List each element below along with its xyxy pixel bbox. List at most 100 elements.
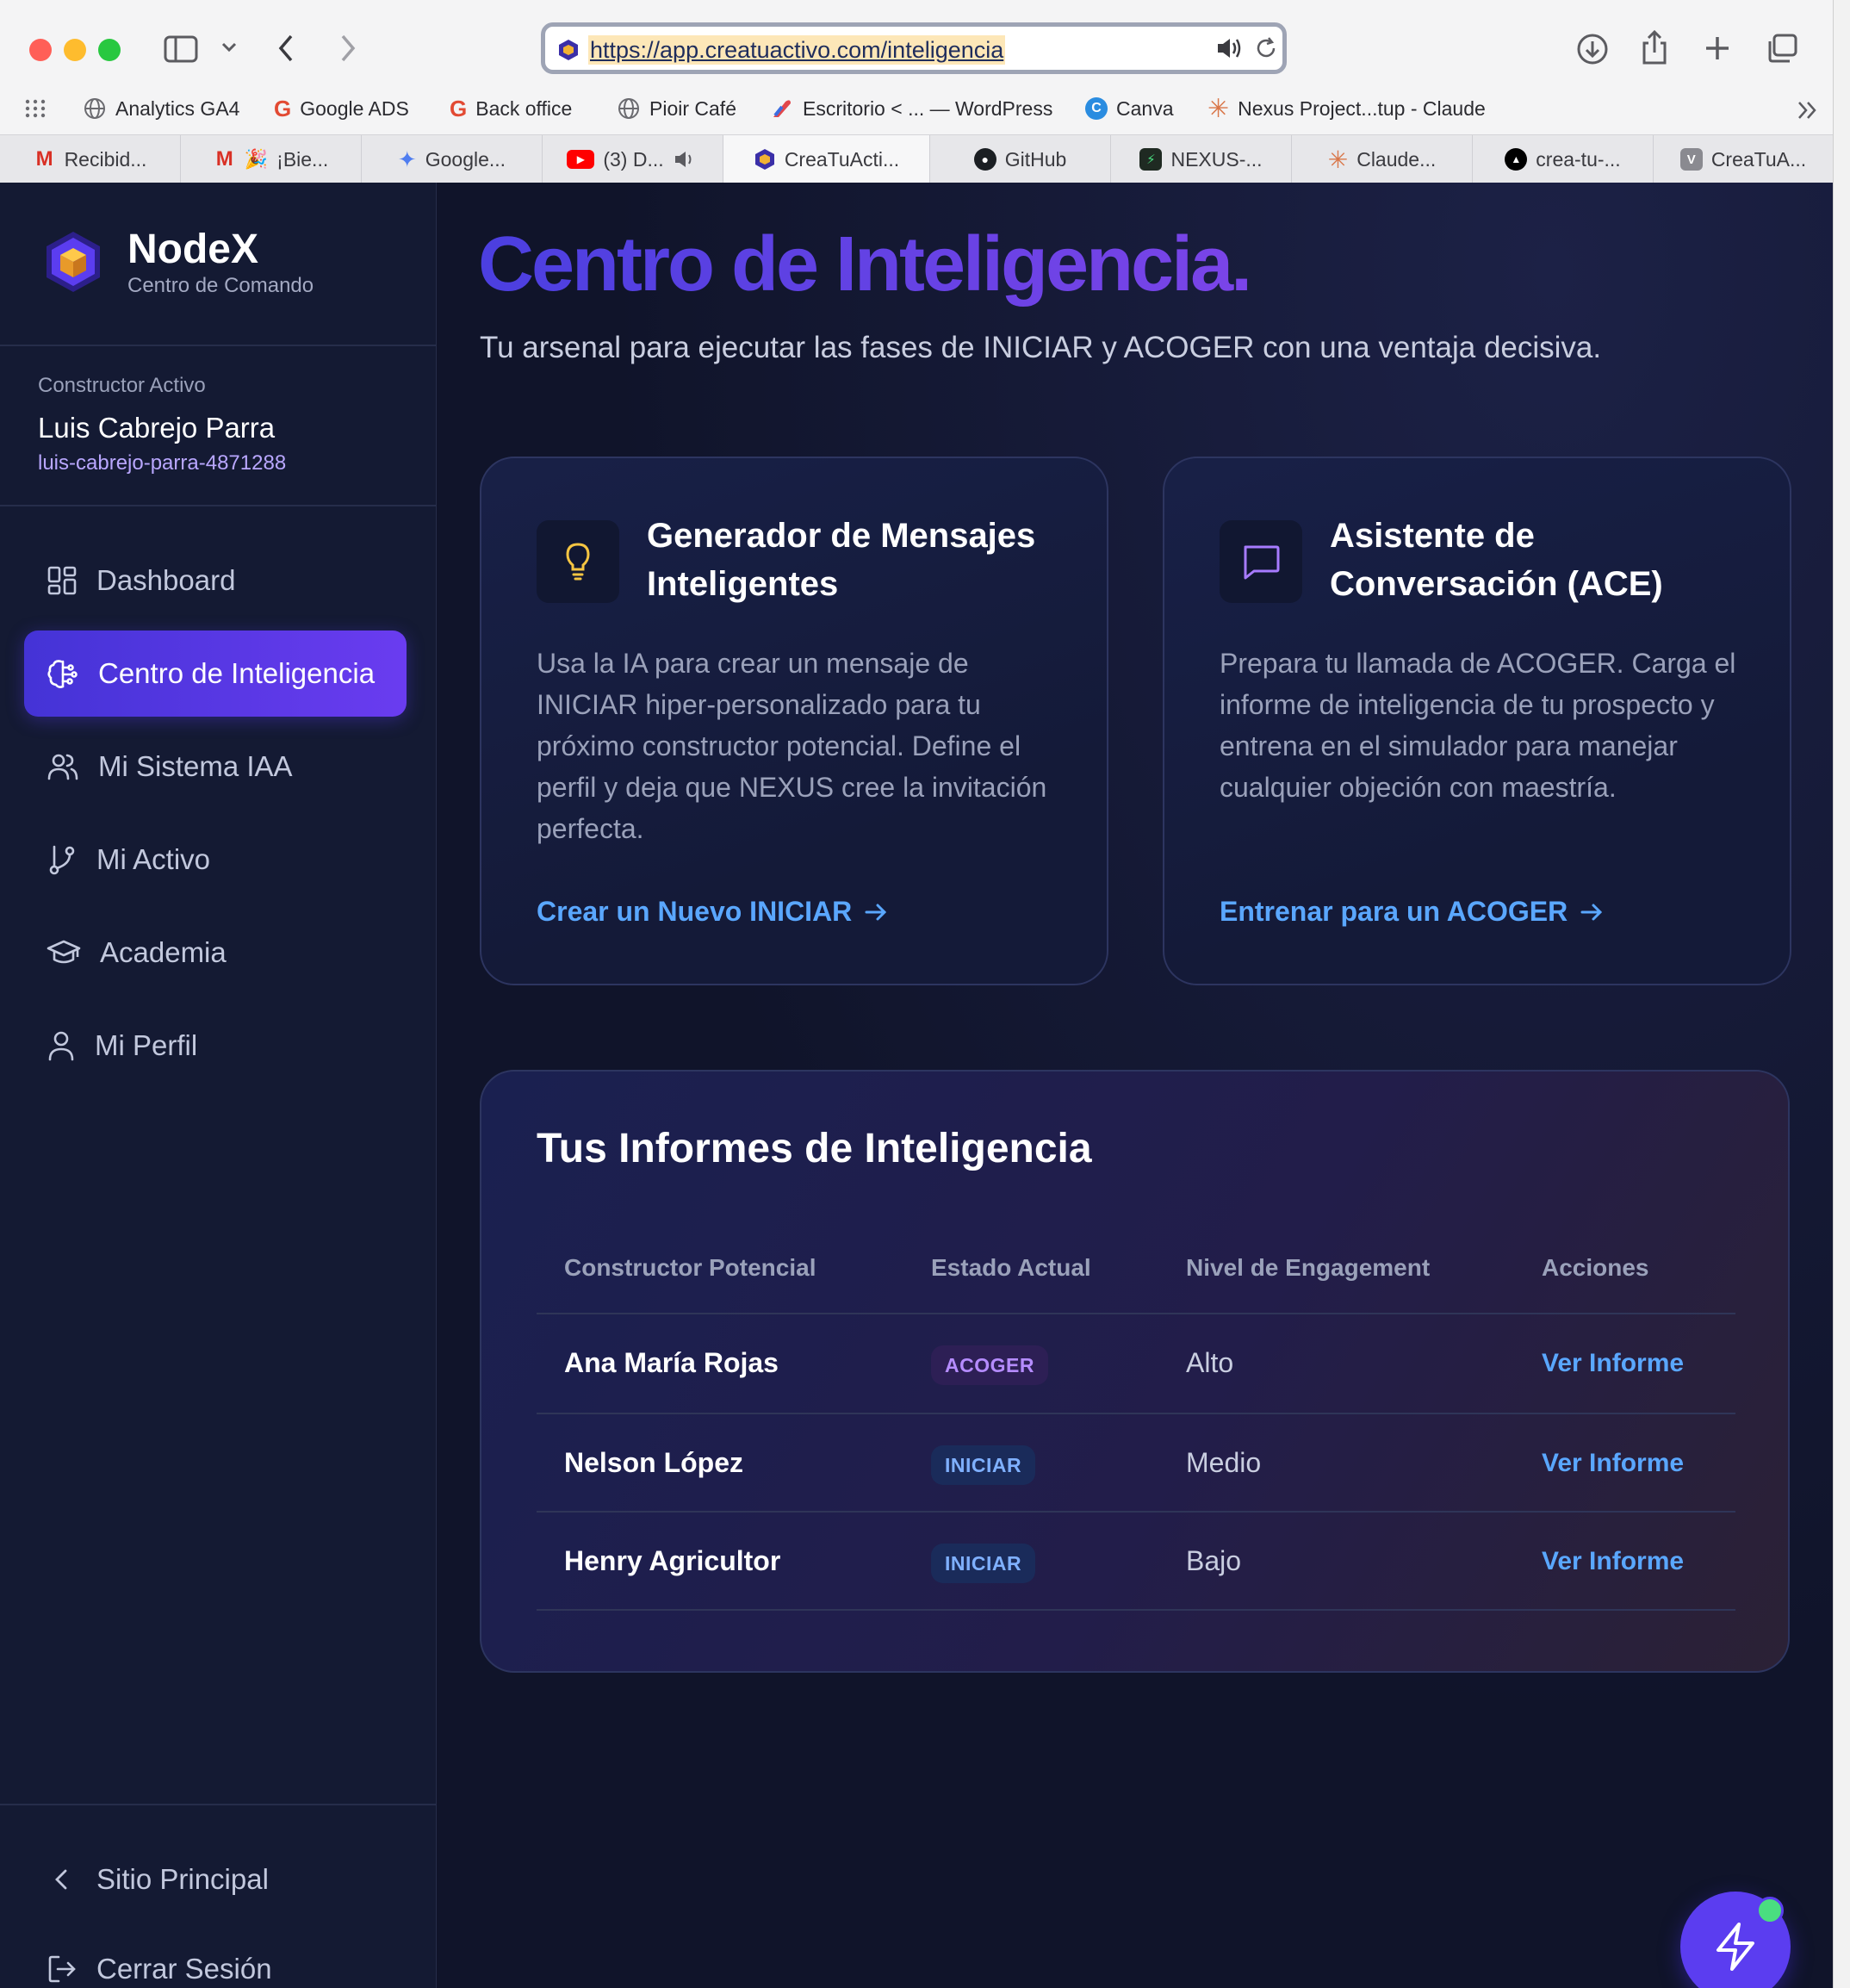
tab-github[interactable]: ● GitHub (930, 135, 1111, 183)
divider (537, 1609, 1735, 1611)
brain-icon (47, 657, 79, 690)
row-name: Ana María Rojas (564, 1347, 779, 1378)
bookmark-back-office[interactable]: G Back office (450, 93, 572, 124)
card-description: Prepara tu llamada de ACOGER. Carga el i… (1220, 643, 1735, 808)
tab-overview-icon[interactable] (1766, 33, 1798, 64)
canva-icon: C (1085, 97, 1108, 120)
chevron-down-icon[interactable] (220, 41, 238, 53)
nav-label: Mi Activo (96, 843, 211, 875)
nav-cerrar-sesion[interactable]: Cerrar Sesión (24, 1926, 407, 1988)
maximize-window-button[interactable] (98, 39, 121, 61)
site-favicon-icon (754, 148, 776, 171)
speaker-icon[interactable] (1215, 35, 1245, 61)
minimize-window-button[interactable] (64, 39, 86, 61)
ver-informe-link[interactable]: Ver Informe (1542, 1547, 1684, 1576)
tab-label: crea-tu-... (1536, 147, 1621, 171)
nav-mi-sistema-iaa[interactable]: Mi Sistema IAA (24, 724, 407, 810)
tab-youtube[interactable]: ▶ (3) D... (543, 135, 723, 183)
dashboard-icon (47, 565, 78, 596)
address-bar[interactable]: https://app.creatuactivo.com/inteligenci… (541, 22, 1287, 74)
status-badge: ACOGER (931, 1345, 1048, 1385)
bookmark-google-ads[interactable]: G Google ADS (274, 93, 409, 124)
tab-gmail-1[interactable]: M Recibid... (0, 135, 181, 183)
link-label: Crear un Nuevo INICIAR (537, 896, 853, 927)
apps-grid-icon[interactable] (24, 98, 47, 119)
tab-gmail-2[interactable]: M 🎉 ¡Bie... (181, 135, 362, 183)
chat-icon (1220, 520, 1302, 603)
nav-centro-inteligencia[interactable]: Centro de Inteligencia (24, 631, 407, 717)
forward-icon[interactable] (338, 33, 358, 64)
description-line: entrena en el simulador para manejar (1220, 730, 1678, 761)
nav-sitio-principal[interactable]: Sitio Principal (24, 1836, 407, 1923)
background-window-edge (1833, 0, 1850, 1988)
bookmark-wordpress[interactable]: Escritorio < ... — WordPress (770, 93, 1052, 124)
divider (0, 345, 436, 346)
column-header-estado: Estado Actual (931, 1254, 1091, 1281)
bookmark-label: Canva (1116, 96, 1174, 120)
user-icon (47, 1029, 76, 1062)
sidebar-toggle-icon[interactable] (164, 34, 198, 64)
tab-label: Google... (425, 147, 506, 171)
tab-label: CreaTuA... (1710, 147, 1807, 171)
speaker-icon[interactable] (673, 148, 698, 171)
more-bookmarks-icon[interactable] (1797, 100, 1819, 121)
nav-academia[interactable]: Academia (24, 910, 407, 996)
tab-creatuactivo-active[interactable]: CreaTuActi... (723, 135, 930, 183)
globe-icon (617, 96, 641, 121)
bookmark-pioir-cafe[interactable]: Pioir Café (617, 93, 736, 124)
crear-iniciar-link[interactable]: Crear un Nuevo INICIAR (537, 896, 888, 928)
tab-label: NEXUS-... (1170, 147, 1263, 171)
ver-informe-link[interactable]: Ver Informe (1542, 1449, 1684, 1478)
globe-icon (83, 96, 107, 121)
close-window-button[interactable] (29, 39, 52, 61)
claude-icon: ✳ (1327, 146, 1349, 173)
nav-dashboard[interactable]: Dashboard (24, 537, 407, 624)
tab-label: GitHub (1004, 147, 1067, 171)
row-engagement: Alto (1186, 1347, 1234, 1378)
nav-label: Cerrar Sesión (96, 1953, 272, 1985)
user-id: luis-cabrejo-parra-4871288 (38, 451, 287, 475)
tab-gemini[interactable]: ✦ Google... (362, 135, 543, 183)
column-header-engagement: Nivel de Engagement (1186, 1254, 1431, 1281)
bookmark-canva[interactable]: C Canva (1085, 93, 1173, 124)
nav-label: Academia (100, 936, 227, 968)
tab-creatua[interactable]: V CreaTuA... (1654, 135, 1833, 183)
sidebar: NodeX Centro de Comando Constructor Acti… (0, 183, 437, 1988)
description-line: Usa la IA para crear un mensaje de (537, 648, 969, 679)
nav-label: Mi Perfil (95, 1029, 198, 1061)
main-content: Centro de Inteligencia. Tu arsenal para … (437, 183, 1833, 1988)
assistant-fab-button[interactable] (1680, 1892, 1791, 1988)
tab-bar: M Recibid... M 🎉 ¡Bie... ✦ Google... ▶ (… (0, 134, 1833, 183)
chevron-left-icon (47, 1864, 78, 1895)
tab-nexus[interactable]: ⚡ NEXUS-... (1111, 135, 1292, 183)
terminal-icon: ⚡ (1139, 148, 1163, 171)
lightbulb-icon (537, 520, 619, 603)
link-label: Entrenar para un ACOGER (1220, 896, 1568, 927)
tab-vercel[interactable]: ▲ crea-tu-... (1473, 135, 1654, 183)
back-icon[interactable] (276, 33, 296, 64)
reports-title: Tus Informes de Inteligencia (537, 1126, 1092, 1171)
github-icon: ● (973, 148, 996, 171)
bookmark-label: Pioir Café (649, 96, 736, 120)
share-icon[interactable] (1640, 29, 1669, 65)
nav-mi-perfil[interactable]: Mi Perfil (24, 1003, 407, 1089)
bookmark-label: Analytics GA4 (115, 96, 240, 120)
graduation-cap-icon (47, 938, 81, 967)
ver-informe-link[interactable]: Ver Informe (1542, 1349, 1684, 1378)
entrenar-acoger-link[interactable]: Entrenar para un ACOGER (1220, 896, 1604, 928)
download-icon[interactable] (1576, 33, 1609, 65)
nav-mi-activo[interactable]: Mi Activo (24, 817, 407, 903)
bookmark-analytics[interactable]: Analytics GA4 (83, 93, 239, 124)
nodex-logo-icon[interactable] (43, 229, 103, 295)
reports-panel: Tus Informes de Inteligencia Constructor… (480, 1070, 1790, 1673)
app-root: NodeX Centro de Comando Constructor Acti… (0, 183, 1833, 1988)
new-tab-icon[interactable] (1704, 34, 1731, 62)
url-text[interactable]: https://app.creatuactivo.com/inteligenci… (588, 35, 1006, 65)
wordpress-rocket-icon (770, 96, 794, 121)
card-asistente-conversacion: Asistente de Conversación (ACE) Prepara … (1163, 457, 1791, 985)
tab-claude[interactable]: ✳ Claude... (1292, 135, 1473, 183)
tab-label: ¡Bie... (276, 147, 329, 171)
reload-icon[interactable] (1253, 35, 1279, 61)
vercel-icon: ▲ (1505, 148, 1528, 171)
bookmark-claude[interactable]: ✳ Nexus Project...tup - Claude (1207, 93, 1486, 124)
